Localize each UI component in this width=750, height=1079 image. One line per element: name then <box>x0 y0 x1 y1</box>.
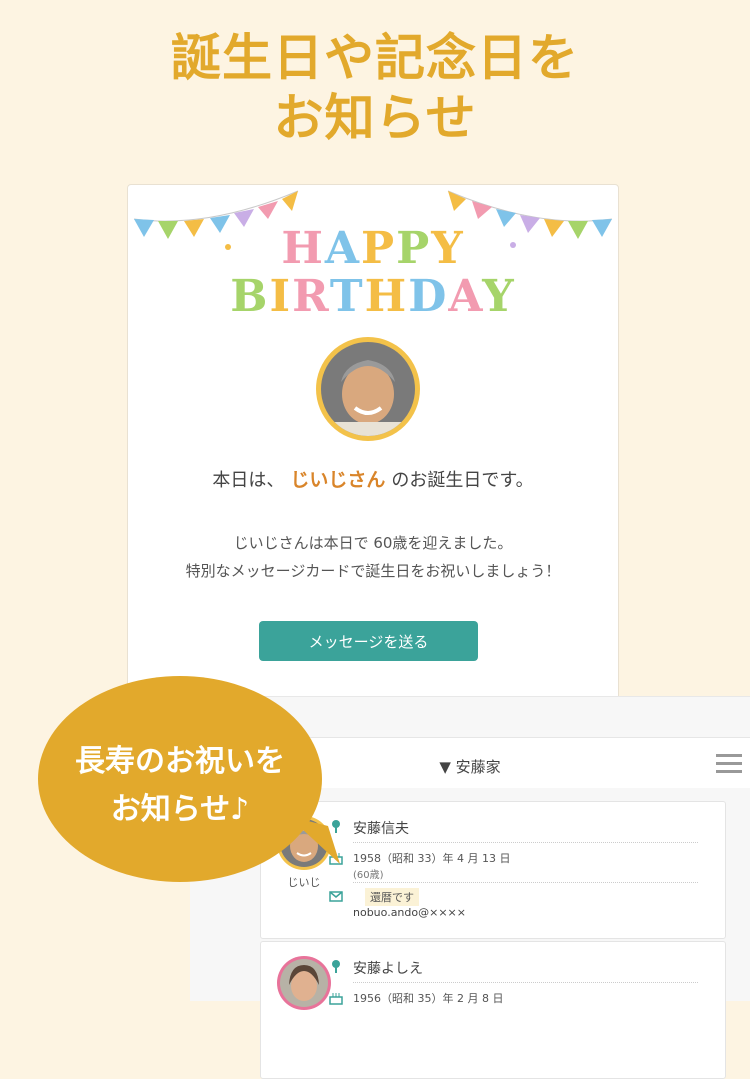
letter-h2: H <box>364 271 409 322</box>
letter-h: H <box>281 223 325 274</box>
person-nickname: じいじ <box>287 876 321 889</box>
person-avatar <box>277 956 331 1010</box>
person-birthday: 1956（昭和 35）年 2 月 8 日 <box>353 992 504 1005</box>
person-birthday: 1958（昭和 33）年 4 月 13 日 <box>353 852 511 865</box>
divider <box>353 882 698 883</box>
letter-t: T <box>329 271 365 322</box>
person-email: nobuo.ando@×××× <box>353 906 466 919</box>
birthday-word: BIRTHDAY <box>128 273 618 321</box>
person-name-row: 安藤信夫 <box>332 818 409 838</box>
status-badge: 還暦です <box>365 888 419 906</box>
page-headline: 誕生日や記念日を お知らせ <box>0 28 750 148</box>
letter-y2: Y <box>482 271 516 322</box>
headline-line-1: 誕生日や記念日を <box>171 29 579 87</box>
intro-before: 本日は、 <box>212 470 285 491</box>
letter-r: R <box>292 271 330 322</box>
menu-icon[interactable] <box>716 754 742 774</box>
birthday-person-avatar <box>316 337 420 441</box>
person-pin-icon <box>332 960 340 973</box>
letter-p: P <box>361 223 397 274</box>
cake-icon <box>329 993 343 1005</box>
letter-a: A <box>324 223 362 274</box>
bubble-line-1: 長寿のお祝いを <box>75 744 285 779</box>
bubble-text: 長寿のお祝いを お知らせ♪ <box>38 738 322 834</box>
divider <box>353 982 698 983</box>
person-birthday-row: 1956（昭和 35）年 2 月 8 日 <box>329 990 504 1006</box>
person-name: 安藤信夫 <box>353 821 409 837</box>
birthday-message: じいじさんは本日で 60歳を迎えました。 特別なメッセージカードで誕生日をお祝い… <box>128 529 618 585</box>
birthday-intro: 本日は、 じいじさん のお誕生日です。 <box>128 465 618 492</box>
letter-d: D <box>408 271 449 322</box>
happy-birthday-title: HAPPY BIRTHDAY <box>128 225 618 321</box>
bubble-line-2: お知らせ♪ <box>110 792 250 827</box>
letter-a2: A <box>448 271 483 322</box>
person-name: 安藤よしえ <box>353 961 423 977</box>
person-email-row: 還暦です nobuo.ando@×××× <box>329 888 466 919</box>
birthday-card: HAPPY BIRTHDAY 本日は、 じいじさん のお誕生日です。 じいじさんは本… <box>127 184 619 716</box>
message-line-1: じいじさんは本日で 60歳を迎えました。 <box>233 534 513 552</box>
letter-y: Y <box>431 223 465 274</box>
mail-icon <box>329 891 343 902</box>
headline-line-2: お知らせ <box>273 89 477 147</box>
letter-b: B <box>230 271 270 322</box>
letter-i: I <box>269 271 293 322</box>
happy-word: HAPPY <box>128 225 618 273</box>
person-card[interactable]: 安藤よしえ 1956（昭和 35）年 2 月 8 日 <box>260 941 726 1079</box>
avatar-photo <box>321 342 415 436</box>
person-birthday-row: 1958（昭和 33）年 4 月 13 日 (60歳) <box>329 850 511 881</box>
person-name-row: 安藤よしえ <box>332 958 423 978</box>
message-line-2: 特別なメッセージカードで誕生日をお祝いしましょう！ <box>185 562 561 580</box>
intro-person-name: じいじさん <box>290 469 386 491</box>
letter-p2: P <box>396 223 432 274</box>
person-age: (60歳) <box>353 870 384 881</box>
send-message-button[interactable]: メッセージを送る <box>259 621 478 661</box>
divider <box>353 842 698 843</box>
intro-after: のお誕生日です。 <box>391 470 534 491</box>
